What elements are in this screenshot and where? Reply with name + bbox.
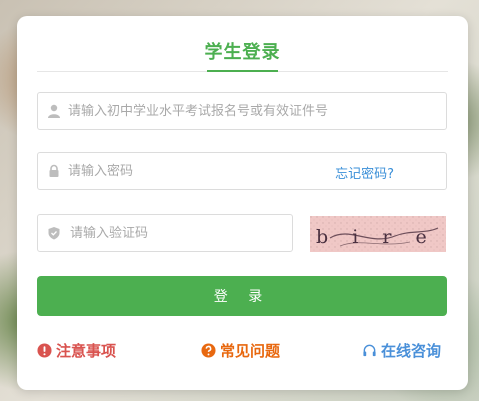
notice-label: 注意事项	[56, 342, 117, 360]
title-underline	[207, 70, 278, 72]
question-circle-icon	[201, 343, 216, 358]
captcha-input[interactable]	[70, 215, 280, 251]
login-card: 学生登录 忘记密码? b	[17, 16, 468, 390]
forgot-password-link[interactable]: 忘记密码?	[335, 163, 394, 182]
exam-id-input[interactable]	[68, 93, 438, 129]
password-input[interactable]	[68, 153, 338, 189]
headset-icon	[363, 344, 376, 357]
exclamation-circle-icon	[37, 343, 52, 358]
exam-id-field	[37, 92, 447, 130]
lock-icon	[49, 164, 59, 177]
consult-link[interactable]: 在线咨询	[362, 340, 441, 361]
password-field: 忘记密码?	[37, 152, 447, 190]
login-title: 学生登录	[204, 42, 281, 63]
shield-icon	[48, 227, 60, 240]
captcha-image[interactable]: b i r e	[310, 216, 446, 252]
notice-link[interactable]: 注意事项	[37, 340, 116, 361]
faq-label: 常见问题	[220, 342, 281, 360]
consult-label: 在线咨询	[381, 342, 442, 360]
captcha-field	[37, 214, 293, 252]
captcha-text: b i r e	[316, 226, 436, 248]
faq-link[interactable]: 常见问题	[201, 340, 280, 361]
login-button[interactable]: 登 录	[37, 276, 447, 316]
user-icon	[48, 104, 60, 118]
